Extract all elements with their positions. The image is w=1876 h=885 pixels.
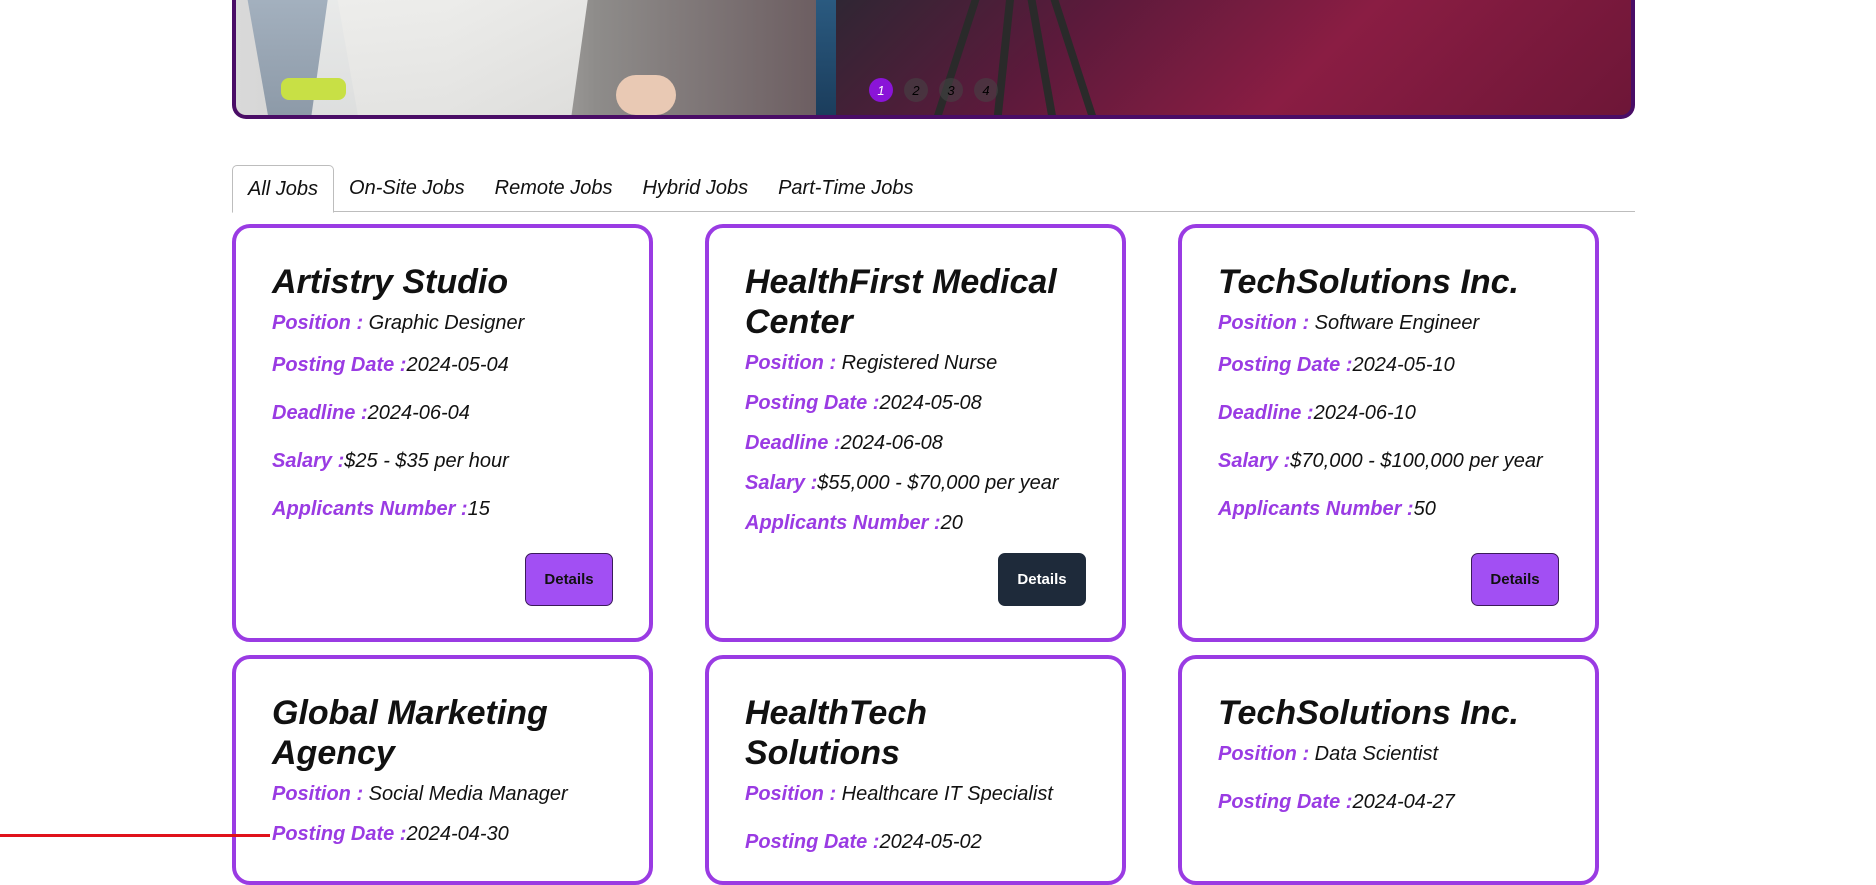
position-field: Position : Social Media Manager [272, 783, 613, 806]
posting-date-value: 2024-05-04 [406, 354, 509, 376]
applicants-field: Applicants Number :50 [1218, 498, 1559, 521]
position-field: Position : Data Scientist [1218, 743, 1559, 766]
position-label: Position : [1218, 743, 1315, 765]
deadline-value: 2024-06-10 [1313, 402, 1416, 424]
salary-field: Salary :$70,000 - $100,000 per year [1218, 450, 1559, 473]
position-value: Data Scientist [1314, 743, 1439, 765]
hero-banner: 1 2 3 4 [232, 0, 1635, 119]
posting-date-field: Posting Date :2024-04-27 [1218, 791, 1559, 814]
posting-date-field: Posting Date :2024-05-10 [1218, 354, 1559, 377]
salary-value: $55,000 - $70,000 per year [817, 472, 1059, 494]
salary-field: Salary :$25 - $35 per hour [272, 450, 613, 473]
posting-date-field: Posting Date :2024-04-30 [272, 823, 613, 846]
applicants-value: 20 [940, 512, 963, 534]
position-field: Position : Registered Nurse [745, 352, 1086, 375]
salary-label: Salary : [272, 450, 345, 472]
applicants-value: 50 [1413, 498, 1436, 520]
posting-date-field: Posting Date :2024-05-04 [272, 354, 613, 377]
carousel-dot-2[interactable]: 2 [904, 78, 928, 102]
posting-date-value: 2024-04-30 [406, 823, 509, 845]
carousel-dot-3[interactable]: 3 [939, 78, 963, 102]
deadline-field: Deadline :2024-06-08 [745, 432, 1086, 455]
position-label: Position : [745, 352, 842, 374]
details-button[interactable]: Details [998, 553, 1086, 606]
position-label: Position : [1218, 312, 1315, 334]
position-value: Social Media Manager [368, 783, 568, 805]
posting-date-label: Posting Date : [1218, 791, 1353, 813]
position-value: Healthcare IT Specialist [841, 783, 1053, 805]
deadline-field: Deadline :2024-06-10 [1218, 402, 1559, 425]
position-label: Position : [272, 312, 369, 334]
company-name: HealthFirst Medical Center [745, 263, 1057, 341]
job-card: TechSolutions Inc. Position : Data Scien… [1178, 655, 1599, 885]
tab-remote-jobs[interactable]: Remote Jobs [480, 165, 628, 212]
job-card: TechSolutions Inc. Position : Software E… [1178, 224, 1599, 642]
position-value: Software Engineer [1314, 312, 1480, 334]
salary-value: $70,000 - $100,000 per year [1290, 450, 1543, 472]
company-name: TechSolutions Inc. [1218, 263, 1519, 301]
posting-date-label: Posting Date : [272, 354, 407, 376]
tab-all-jobs[interactable]: All Jobs [232, 165, 335, 213]
applicants-field: Applicants Number :15 [272, 498, 613, 521]
posting-date-value: 2024-05-08 [879, 392, 982, 414]
salary-label: Salary : [745, 472, 818, 494]
applicants-value: 15 [467, 498, 490, 520]
salary-label: Salary : [1218, 450, 1291, 472]
carousel-dot-1[interactable]: 1 [869, 78, 893, 102]
company-name: TechSolutions Inc. [1218, 694, 1519, 732]
posting-date-value: 2024-04-27 [1352, 791, 1455, 813]
deadline-value: 2024-06-08 [840, 432, 943, 454]
position-label: Position : [745, 783, 842, 805]
position-field: Position : Software Engineer [1218, 312, 1559, 335]
carousel-dot-4[interactable]: 4 [974, 78, 998, 102]
posting-date-value: 2024-05-10 [1352, 354, 1455, 376]
salary-field: Salary :$55,000 - $70,000 per year [745, 472, 1086, 495]
tab-on-site-jobs[interactable]: On-Site Jobs [334, 165, 480, 212]
carousel-indicators: 1 2 3 4 [236, 78, 1631, 102]
applicants-label: Applicants Number : [745, 512, 941, 534]
deadline-label: Deadline : [745, 432, 841, 454]
deadline-label: Deadline : [1218, 402, 1314, 424]
job-card: Global Marketing Agency Position : Socia… [232, 655, 653, 885]
job-card: HealthFirst Medical Center Position : Re… [705, 224, 1126, 642]
tab-hybrid-jobs[interactable]: Hybrid Jobs [627, 165, 763, 212]
posting-date-label: Posting Date : [272, 823, 407, 845]
posting-date-value: 2024-05-02 [879, 831, 982, 853]
position-field: Position : Healthcare IT Specialist [745, 783, 1086, 806]
deadline-value: 2024-06-04 [367, 402, 470, 424]
applicants-field: Applicants Number :20 [745, 512, 1086, 535]
company-name: Global Marketing Agency [272, 694, 548, 772]
posting-date-label: Posting Date : [745, 831, 880, 853]
salary-value: $25 - $35 per hour [344, 450, 509, 472]
applicants-label: Applicants Number : [272, 498, 468, 520]
position-value: Graphic Designer [368, 312, 525, 334]
posting-date-field: Posting Date :2024-05-08 [745, 392, 1086, 415]
position-label: Position : [272, 783, 369, 805]
details-button[interactable]: Details [1471, 553, 1559, 606]
details-button[interactable]: Details [525, 553, 613, 606]
deadline-label: Deadline : [272, 402, 368, 424]
company-name: Artistry Studio [272, 263, 509, 301]
posting-date-field: Posting Date :2024-05-02 [745, 831, 1086, 854]
applicants-label: Applicants Number : [1218, 498, 1414, 520]
posting-date-label: Posting Date : [1218, 354, 1353, 376]
company-name: HealthTech Solutions [745, 694, 928, 772]
position-field: Position : Graphic Designer [272, 312, 613, 335]
position-value: Registered Nurse [841, 352, 998, 374]
job-card: HealthTech Solutions Position : Healthca… [705, 655, 1126, 885]
posting-date-label: Posting Date : [745, 392, 880, 414]
tab-part-time-jobs[interactable]: Part-Time Jobs [763, 165, 928, 212]
deadline-field: Deadline :2024-06-04 [272, 402, 613, 425]
job-card: Artistry Studio Position : Graphic Desig… [232, 224, 653, 642]
job-type-tabs: All Jobs On-Site Jobs Remote Jobs Hybrid… [232, 165, 1635, 213]
